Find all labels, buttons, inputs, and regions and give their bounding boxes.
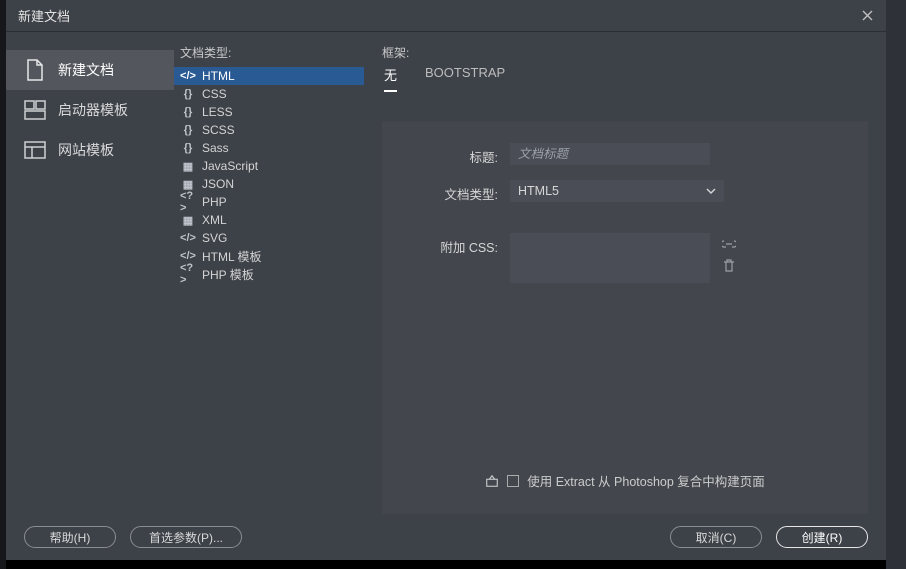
site-icon (24, 139, 46, 161)
titlebar: 新建文档 (6, 0, 886, 32)
doc-type-column: 文档类型: </> HTML {} CSS {} LESS {} SCSS (174, 32, 364, 514)
close-icon[interactable] (860, 9, 874, 23)
doc-type-label: PHP 模板 (202, 266, 254, 283)
doc-type-php[interactable]: <?> PHP (174, 193, 364, 211)
sidebar-item-launcher-templates[interactable]: 启动器模板 (6, 90, 174, 130)
doctype-select[interactable]: HTML5 (510, 180, 724, 202)
braces-icon: {} (180, 105, 196, 119)
doc-type-label: SCSS (202, 123, 235, 137)
doc-type-xml[interactable]: ▦ XML (174, 211, 364, 229)
doc-type-sass[interactable]: {} Sass (174, 139, 364, 157)
extract-icon (485, 474, 499, 488)
link-icon[interactable] (722, 237, 736, 251)
doc-type-svg[interactable]: </> SVG (174, 229, 364, 247)
doc-type-php-template[interactable]: <?> PHP 模板 (174, 265, 364, 283)
doc-type-label: JSON (202, 177, 234, 191)
launcher-icon (24, 99, 46, 121)
form-panel: 标题: 文档类型: HTML5 附加 CSS: (382, 121, 868, 514)
php-icon: <?> (180, 195, 196, 209)
file-icon (24, 59, 46, 81)
right-panel: 框架: 无 BOOTSTRAP 标题: 文档类型: HTML5 (364, 32, 886, 514)
extract-checkbox[interactable] (507, 475, 519, 487)
frame-tab-none[interactable]: 无 (384, 65, 397, 92)
doctype-value: HTML5 (518, 184, 559, 198)
script-icon: ▦ (180, 177, 196, 191)
title-input[interactable] (510, 143, 710, 165)
chevron-down-icon (706, 186, 716, 197)
sidebar-item-label: 启动器模板 (58, 100, 128, 120)
braces-icon: {} (180, 123, 196, 137)
doc-type-less[interactable]: {} LESS (174, 103, 364, 121)
doc-type-header: 文档类型: (174, 44, 364, 67)
frame-header: 框架: (382, 44, 868, 61)
doc-type-json[interactable]: ▦ JSON (174, 175, 364, 193)
doctype-label: 文档类型: (412, 180, 498, 203)
doc-type-label: SVG (202, 231, 227, 245)
code-icon: </> (180, 69, 196, 83)
doc-type-js[interactable]: ▦ JavaScript (174, 157, 364, 175)
help-button[interactable]: 帮助(H) (24, 526, 116, 548)
doc-type-label: HTML (202, 69, 235, 83)
extract-label: 使用 Extract 从 Photoshop 复合中构建页面 (527, 471, 765, 490)
sidebar: 新建文档 启动器模板 网站模板 (6, 32, 174, 514)
create-button[interactable]: 创建(R) (776, 526, 868, 548)
prefs-button[interactable]: 首选参数(P)... (130, 526, 242, 548)
doc-type-scss[interactable]: {} SCSS (174, 121, 364, 139)
new-document-dialog: 新建文档 新建文档 启动器模板 网站模 (6, 0, 886, 560)
script-icon: ▦ (180, 213, 196, 227)
doc-type-label: HTML 模板 (202, 248, 262, 265)
doc-type-label: XML (202, 213, 227, 227)
doc-type-label: Sass (202, 141, 229, 155)
code-icon: </> (180, 231, 196, 245)
sidebar-item-label: 新建文档 (58, 60, 114, 80)
trash-icon[interactable] (722, 259, 736, 273)
code-icon: </> (180, 249, 196, 263)
footer: 帮助(H) 首选参数(P)... 取消(C) 创建(R) (6, 514, 886, 560)
frame-tab-bootstrap[interactable]: BOOTSTRAP (425, 65, 505, 92)
sidebar-item-site-templates[interactable]: 网站模板 (6, 130, 174, 170)
window-title: 新建文档 (18, 6, 70, 25)
cancel-button[interactable]: 取消(C) (670, 526, 762, 548)
braces-icon: {} (180, 141, 196, 155)
css-label: 附加 CSS: (412, 233, 498, 256)
css-attach-list[interactable] (510, 233, 710, 283)
doc-type-html-template[interactable]: </> HTML 模板 (174, 247, 364, 265)
braces-icon: {} (180, 87, 196, 101)
doc-type-css[interactable]: {} CSS (174, 85, 364, 103)
sidebar-item-new-doc[interactable]: 新建文档 (6, 50, 174, 90)
script-icon: ▦ (180, 159, 196, 173)
doc-type-list: </> HTML {} CSS {} LESS {} SCSS {} Sas (174, 67, 364, 283)
doc-type-html[interactable]: </> HTML (174, 67, 364, 85)
doc-type-label: LESS (202, 105, 233, 119)
extract-row: 使用 Extract 从 Photoshop 复合中构建页面 (412, 471, 838, 498)
doc-type-label: PHP (202, 195, 227, 209)
doc-type-label: JavaScript (202, 159, 258, 173)
title-label: 标题: (412, 143, 498, 166)
frame-tabs: 无 BOOTSTRAP (382, 65, 868, 93)
doc-type-label: CSS (202, 87, 227, 101)
php-icon: <?> (180, 267, 196, 281)
sidebar-item-label: 网站模板 (58, 140, 114, 160)
